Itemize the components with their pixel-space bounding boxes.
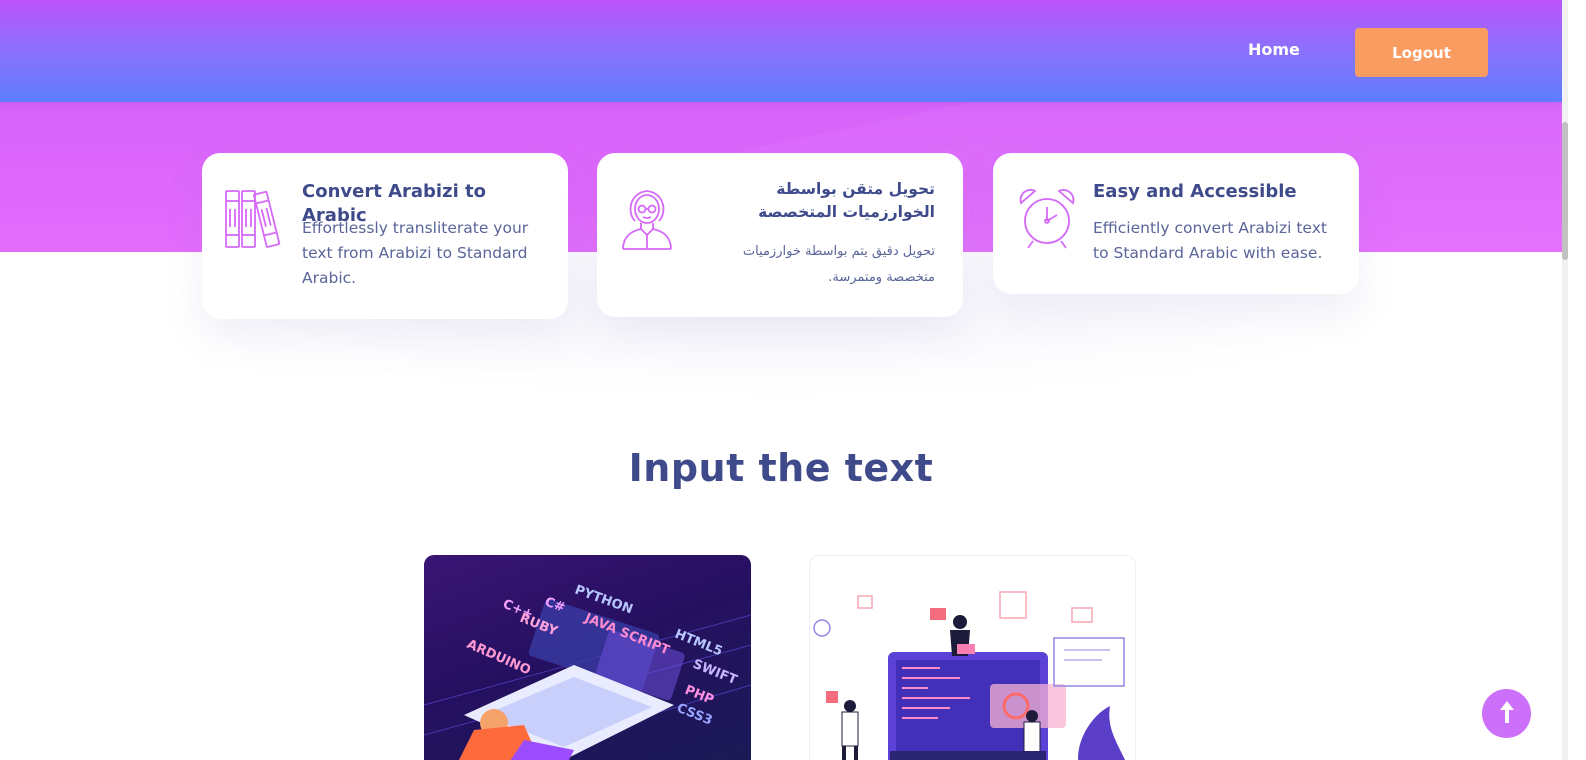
logout-button[interactable]: Logout bbox=[1355, 28, 1488, 77]
code-label-arduino: ARDUINO bbox=[464, 637, 532, 678]
feature-title: Easy and Accessible bbox=[1093, 181, 1297, 202]
alarm-clock-icon bbox=[1015, 187, 1079, 251]
developer-illustration[interactable] bbox=[809, 555, 1136, 760]
section-title: Input the text bbox=[628, 446, 934, 490]
feature-description: تحويل دقيق يتم بواسطة خوارزميات متخصصة و… bbox=[742, 244, 935, 285]
scrollbar-thumb[interactable] bbox=[1562, 122, 1568, 260]
feature-card-easy: Easy and Accessible Efficiently convert … bbox=[993, 153, 1359, 294]
books-icon bbox=[224, 187, 288, 251]
code-label-swift: SWIFT bbox=[691, 657, 740, 688]
woman-avatar-icon bbox=[619, 187, 683, 251]
coding-illustration[interactable]: C# PYTHON C++ RUBY JAVA SCRIPT HTML5 ARD… bbox=[424, 555, 751, 760]
feature-description: Effortlessly transliterate your text fro… bbox=[302, 219, 529, 287]
feature-description: Efficiently convert Arabizi text to Stan… bbox=[1093, 219, 1327, 262]
arrow-up-icon bbox=[1496, 699, 1518, 728]
feature-title: تحويل متقن بواسطة الخوارزميات المتخصصة bbox=[758, 180, 935, 221]
page-scrollbar[interactable] bbox=[1562, 0, 1568, 760]
feature-card-algorithms: تحويل متقن بواسطة الخوارزميات المتخصصة ت… bbox=[597, 153, 963, 317]
top-navbar: Home Logout bbox=[0, 0, 1562, 102]
nav-home-link[interactable]: Home bbox=[1248, 40, 1300, 59]
scroll-to-top-button[interactable] bbox=[1482, 689, 1531, 738]
feature-card-convert: Convert Arabizi to Arabic Effortlessly t… bbox=[202, 153, 568, 319]
